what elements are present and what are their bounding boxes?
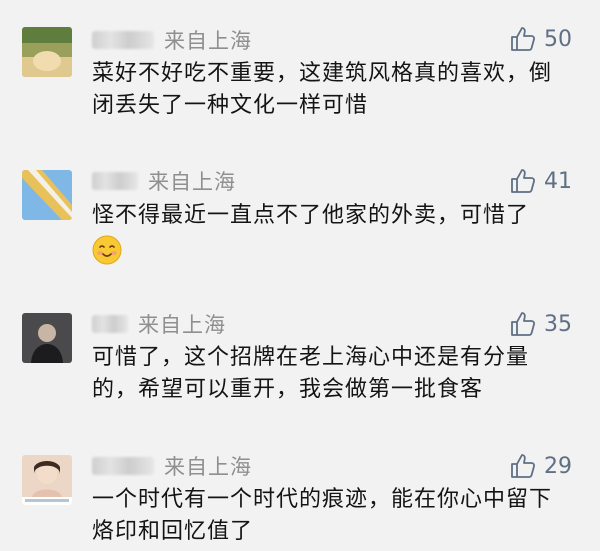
like-button[interactable]: 35: [510, 310, 572, 338]
thumbs-up-icon: [511, 169, 536, 193]
user-name-redacted[interactable]: [92, 457, 154, 475]
avatar-image: [22, 313, 72, 363]
avatar-image: [22, 455, 72, 505]
like-button[interactable]: 41: [510, 167, 572, 195]
like-button[interactable]: 50: [510, 25, 572, 53]
avatar-image: [22, 27, 72, 77]
comment-text: 怪不得最近一直点不了他家的外卖，可惜了: [92, 203, 530, 228]
comment-text: 菜好不好吃不重要，这建筑风格真的喜欢，倒闭丢失了一种文化一样可惜: [92, 61, 553, 118]
comment-text: 一个时代有一个时代的痕迹，能在你心中留下烙印和回忆值了: [92, 487, 553, 544]
smiling-face-emoji: [92, 235, 122, 265]
location-label: 来自上海: [138, 313, 226, 337]
user-name-redacted[interactable]: [92, 172, 138, 190]
user-name-redacted[interactable]: [92, 315, 128, 333]
like-count: 29: [544, 453, 572, 479]
location-label: 来自上海: [164, 455, 252, 479]
thumbs-up-icon: [511, 312, 536, 336]
comment-text: 可惜了，这个招牌在老上海心中还是有分量的，希望可以重开，我会做第一批食客: [92, 345, 530, 402]
avatar[interactable]: [22, 170, 72, 220]
avatar-image: [22, 170, 72, 220]
like-count: 41: [544, 168, 572, 194]
comment-feed: 来自上海 50 菜好不好吃不重要，这建筑风格真的喜欢，倒闭丢失了一种文化一样可惜…: [0, 0, 600, 551]
avatar[interactable]: [22, 455, 72, 505]
thumbs-up-icon: [511, 27, 536, 51]
like-count: 50: [544, 26, 572, 52]
location-label: 来自上海: [164, 29, 252, 53]
thumbs-up-icon: [511, 454, 536, 478]
user-name-redacted[interactable]: [92, 31, 154, 49]
like-count: 35: [544, 311, 572, 337]
like-button[interactable]: 29: [510, 452, 572, 480]
location-label: 来自上海: [148, 170, 236, 194]
avatar[interactable]: [22, 313, 72, 363]
avatar[interactable]: [22, 27, 72, 77]
